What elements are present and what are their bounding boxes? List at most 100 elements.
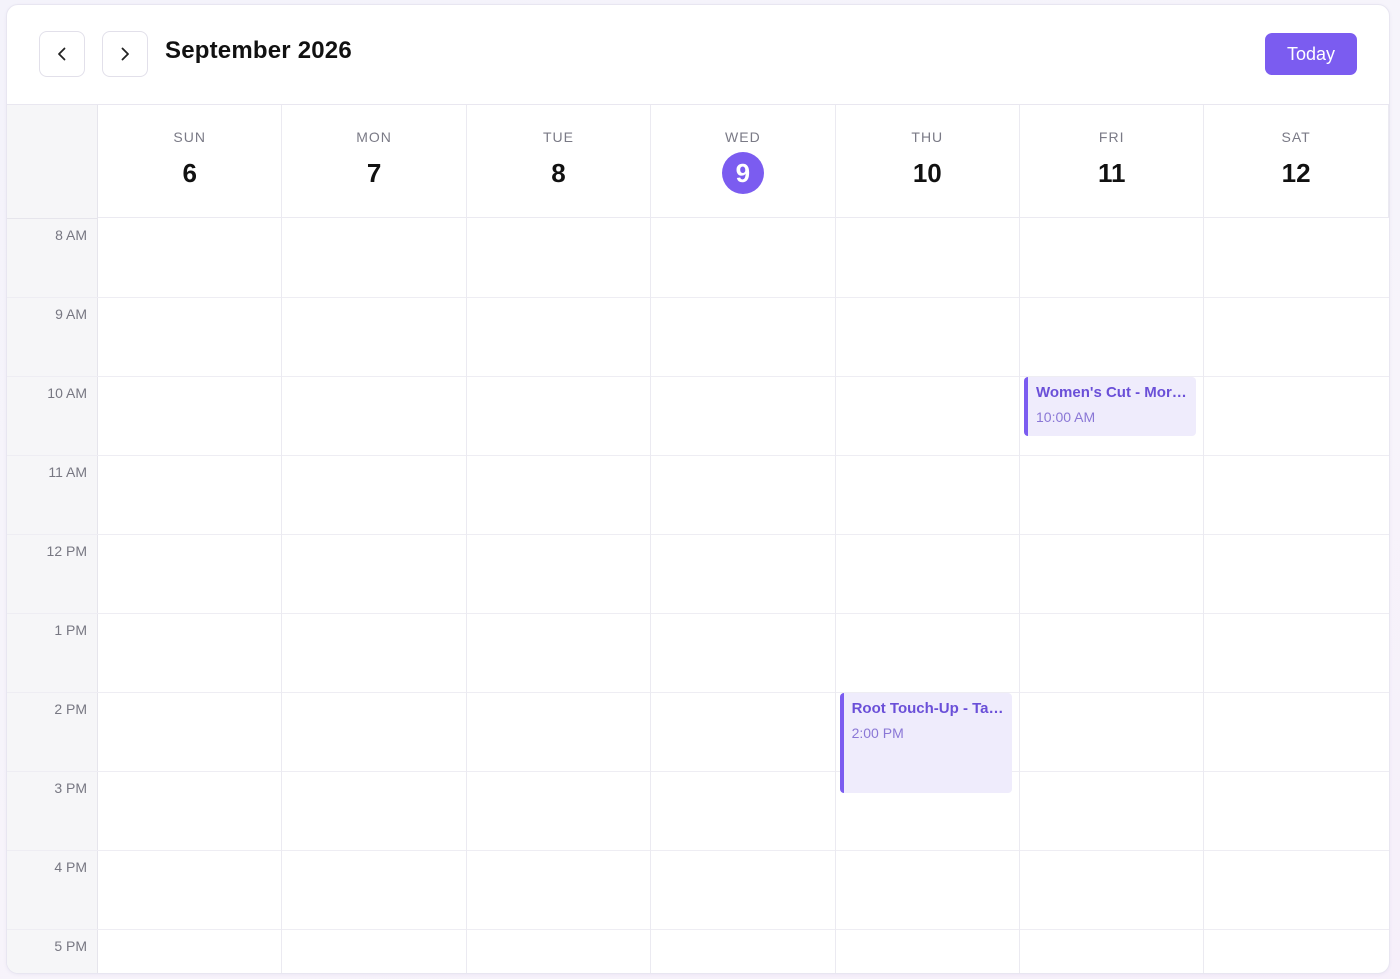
time-slot[interactable] <box>467 455 650 533</box>
time-slot[interactable] <box>836 455 1019 533</box>
day-header-mon[interactable]: MON 7 <box>282 105 467 218</box>
time-slot[interactable] <box>467 850 650 928</box>
time-slot[interactable] <box>1204 692 1387 770</box>
time-slot[interactable] <box>467 929 650 973</box>
time-slot[interactable] <box>1204 455 1387 533</box>
time-slot[interactable] <box>1204 613 1387 691</box>
time-slot[interactable] <box>836 929 1019 973</box>
time-slot[interactable] <box>651 297 834 375</box>
time-slot[interactable] <box>1204 376 1387 454</box>
time-slot[interactable] <box>1020 771 1203 849</box>
day-number: 10 <box>912 158 942 188</box>
time-slot[interactable] <box>1204 850 1387 928</box>
time-slot[interactable] <box>98 692 281 770</box>
day-header-sun[interactable]: SUN 6 <box>98 105 283 218</box>
calendar-header: September 2026 Today <box>7 5 1389 105</box>
time-slot[interactable] <box>651 534 834 612</box>
time-slot[interactable] <box>98 613 281 691</box>
time-slot[interactable] <box>651 929 834 973</box>
hour-label: 11 AM <box>48 464 87 480</box>
day-header-tue[interactable]: TUE 8 <box>466 105 652 218</box>
time-slot[interactable] <box>836 297 1019 375</box>
page-title: September 2026 <box>165 37 352 64</box>
hour-label: 4 PM <box>54 859 87 875</box>
time-slot[interactable] <box>651 613 834 691</box>
time-slot[interactable] <box>467 376 650 454</box>
time-slot[interactable] <box>282 534 465 612</box>
event-time: 2:00 PM <box>851 725 904 741</box>
time-slot[interactable] <box>98 771 281 849</box>
time-slot[interactable] <box>1020 455 1203 533</box>
time-slot[interactable] <box>282 376 465 454</box>
time-slot[interactable] <box>282 455 465 533</box>
time-slot[interactable] <box>467 218 650 296</box>
event-title: Women's Cut - Morgan <box>1036 384 1197 401</box>
time-slot[interactable] <box>1020 297 1203 375</box>
time-slot[interactable] <box>467 534 650 612</box>
time-slot[interactable] <box>467 613 650 691</box>
day-header-fri[interactable]: FRI 11 <box>1020 105 1205 218</box>
time-slot[interactable] <box>98 455 281 533</box>
time-slot[interactable] <box>282 771 465 849</box>
day-name: TUE <box>542 129 574 145</box>
time-slot[interactable] <box>1020 850 1203 928</box>
time-slot[interactable] <box>836 534 1019 612</box>
day-number: 7 <box>366 158 382 188</box>
today-button[interactable]: Today <box>1265 33 1357 75</box>
time-slot[interactable] <box>98 297 281 375</box>
next-week-button[interactable] <box>102 31 148 77</box>
time-slot[interactable] <box>1204 534 1387 612</box>
time-slot[interactable] <box>282 613 465 691</box>
time-slot[interactable] <box>1020 692 1203 770</box>
hour-label: 2 PM <box>54 701 87 717</box>
time-slot[interactable] <box>651 455 834 533</box>
event-time: 10:00 AM <box>1036 409 1096 425</box>
hour-label: 9 AM <box>55 306 87 322</box>
time-slot[interactable] <box>651 692 834 770</box>
time-slot[interactable] <box>836 218 1019 296</box>
hour-label: 8 AM <box>55 227 87 243</box>
time-slot[interactable] <box>836 850 1019 928</box>
time-slot[interactable] <box>651 850 834 928</box>
time-slot[interactable] <box>1204 771 1387 849</box>
day-name: FRI <box>1098 129 1125 145</box>
time-slot[interactable] <box>1020 534 1203 612</box>
time-slot[interactable] <box>1204 218 1387 296</box>
time-slot[interactable] <box>282 692 465 770</box>
day-name: SAT <box>1281 129 1311 145</box>
time-slot[interactable] <box>1020 929 1203 973</box>
time-slot[interactable] <box>651 771 834 849</box>
day-header-sat[interactable]: SAT 12 <box>1204 105 1389 218</box>
time-slot[interactable] <box>651 376 834 454</box>
time-slot[interactable] <box>282 929 465 973</box>
time-slot[interactable] <box>282 218 465 296</box>
hour-label: 5 PM <box>54 938 87 954</box>
time-slot[interactable] <box>467 297 650 375</box>
time-slot[interactable] <box>467 692 650 770</box>
time-slot[interactable] <box>651 218 834 296</box>
day-header-wed[interactable]: WED 9 <box>651 105 836 218</box>
time-slot[interactable] <box>1204 297 1387 375</box>
time-slot[interactable] <box>1020 613 1203 691</box>
time-slot[interactable] <box>836 613 1019 691</box>
today-date-badge: 9 <box>721 152 764 194</box>
time-slot[interactable] <box>836 376 1019 454</box>
chevron-left-icon <box>58 47 66 61</box>
time-slot[interactable] <box>98 850 281 928</box>
time-slot[interactable] <box>98 376 281 454</box>
time-slot[interactable] <box>1204 929 1387 973</box>
time-slot[interactable] <box>282 850 465 928</box>
time-slot[interactable] <box>467 771 650 849</box>
event-block[interactable]: Women's Cut - Morgan 10:00 AM <box>1024 377 1197 436</box>
prev-week-button[interactable] <box>39 31 85 77</box>
time-slot[interactable] <box>98 218 281 296</box>
time-slot[interactable] <box>282 297 465 375</box>
day-name: SUN <box>173 129 206 145</box>
time-slot[interactable] <box>1020 218 1203 296</box>
time-slot[interactable] <box>98 929 281 973</box>
day-name: THU <box>911 129 944 145</box>
hour-label: 1 PM <box>54 622 87 638</box>
time-slot[interactable] <box>98 534 281 612</box>
day-header-thu[interactable]: THU 10 <box>835 105 1020 218</box>
event-block[interactable]: Root Touch-Up - Taylor 2:00 PM <box>839 693 1012 793</box>
